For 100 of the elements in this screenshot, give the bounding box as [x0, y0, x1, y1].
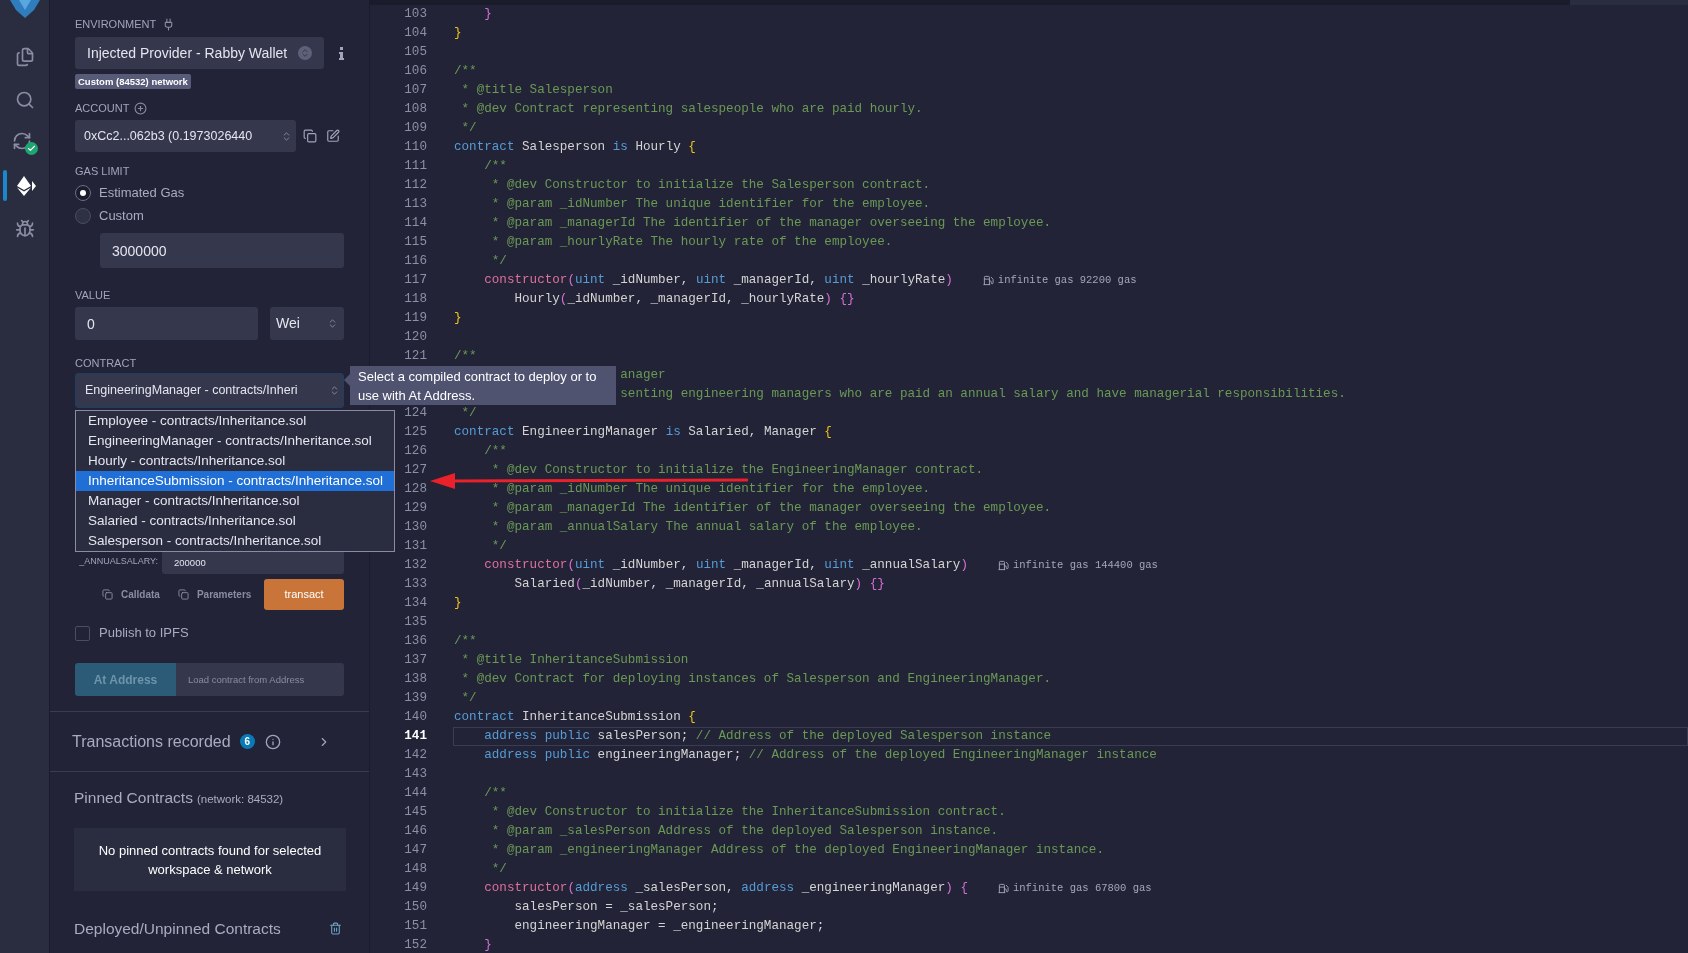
code-text: Salaried(_idNumber, _managerId, _annualSalary) {}: [514, 576, 885, 594]
line-number: 125: [403, 424, 428, 442]
section-label: ACCOUNT: [75, 101, 130, 115]
tooltip: Select a compiled contract to deploy or to use with At Address.: [350, 366, 616, 405]
line-number: 103: [403, 6, 428, 24]
network-note: (network: 84532): [196, 792, 284, 807]
line-number: 141: [403, 728, 428, 746]
line-number: 135: [403, 614, 428, 632]
line-number: 144: [403, 785, 428, 803]
up-down-icon: [329, 385, 340, 396]
count-badge: 6: [239, 734, 256, 749]
checkbox[interactable]: [75, 625, 90, 641]
line-number: 109: [403, 120, 428, 138]
files-icon[interactable]: [14, 46, 35, 67]
info-icon[interactable]: [339, 46, 344, 60]
gas-text: infinite gas 144400 gas: [1012, 557, 1158, 573]
code-text: address public engineeringManager; // Address of the deployed EngineeringManager instance: [484, 747, 1157, 765]
line-number: 106: [403, 63, 428, 81]
radio-button[interactable]: [75, 185, 91, 201]
dropdown-option[interactable]: Salaried - contracts/Inheritance.sol: [76, 511, 394, 531]
unit-select[interactable]: Wei: [270, 307, 344, 340]
code-text: * @param _salesPerson Address of the deployed Salesperson instance.: [491, 823, 999, 841]
dropdown-option[interactable]: Manager - contracts/Inheritance.sol: [76, 491, 394, 511]
network-badge: Custom (84532) network: [75, 74, 191, 89]
gas-limit-field[interactable]: 3000000: [100, 233, 344, 268]
active-indicator: [2, 170, 7, 201]
code-text: * @param _managerId The identifier of the manager overseeing the employee.: [491, 215, 1052, 233]
param-label: _ANNUALSALARY:: [78, 555, 159, 569]
code-text: * @dev Constructor to initialize the EngineeringManager contract.: [491, 462, 984, 480]
empty-message: No pinned contracts found for selected workspace & network: [74, 828, 346, 892]
section-label: VALUE: [75, 288, 112, 302]
line-number: 152: [403, 937, 428, 953]
line-number: 120: [403, 329, 428, 347]
line-number: 133: [403, 576, 428, 594]
parameters-button[interactable]: Parameters: [177, 587, 252, 602]
code-text: }: [454, 310, 462, 328]
section-title: Deployed/Unpinned Contracts: [74, 919, 281, 940]
copy-icon: [177, 589, 189, 600]
line-number: 117: [403, 272, 428, 290]
code-text: */: [491, 861, 507, 879]
param-field[interactable]: 200000: [162, 550, 344, 574]
calldata-button[interactable]: Calldata: [102, 587, 160, 602]
up-down-icon: [298, 46, 312, 60]
code-text: /**: [484, 443, 507, 461]
line-number: 107: [403, 82, 428, 100]
dropdown-option[interactable]: Employee - contracts/Inheritance.sol: [76, 411, 394, 431]
code-text: * @param _annualSalary The annual salary of the employee.: [491, 519, 923, 537]
line-number: 112: [403, 177, 428, 195]
line-number: 147: [403, 842, 428, 860]
fuel-pump-icon: [997, 883, 1009, 894]
trash-icon[interactable]: [329, 922, 342, 936]
radio-label: Estimated Gas: [99, 184, 185, 203]
code-text: * @title Salesperson: [461, 82, 613, 100]
code-text: salesPerson = _salesPerson;: [514, 899, 719, 917]
section-title: Transactions recorded: [72, 731, 231, 752]
code-text: /**: [484, 785, 507, 803]
dropdown-option[interactable]: Salesperson - contracts/Inheritance.sol: [76, 531, 394, 551]
info-icon[interactable]: [265, 733, 282, 750]
contract-select[interactable]: EngineeringManager - contracts/Inheri: [75, 373, 344, 408]
code-text: contract Salesperson is Hourly {: [454, 139, 696, 157]
code-text: anager: [620, 367, 666, 385]
line-number: 105: [403, 44, 428, 62]
line-number: 116: [403, 253, 428, 271]
radio-button[interactable]: [75, 208, 91, 224]
value-field[interactable]: 0: [75, 307, 258, 340]
code-text: engineeringManager = _engineeringManager;: [514, 918, 825, 936]
line-number: 115: [403, 234, 428, 252]
line-number: 137: [403, 652, 428, 670]
section-label: ENVIRONMENT: [75, 17, 157, 31]
line-number: 104: [403, 25, 428, 43]
section-label: CONTRACT: [75, 356, 138, 370]
edit-icon[interactable]: [326, 129, 340, 143]
line-number: 129: [403, 500, 428, 518]
line-number: 114: [403, 215, 428, 233]
account-select[interactable]: 0xCc2...062b3 (0.1973026440: [75, 120, 296, 152]
bug-icon[interactable]: [14, 218, 35, 239]
dropdown-option[interactable]: EngineeringManager - contracts/Inheritance.sol: [76, 431, 394, 451]
line-number: 121: [403, 348, 428, 366]
line-number: 136: [403, 633, 428, 651]
code-text: */: [491, 253, 507, 271]
code-text: }: [454, 25, 462, 43]
code-text: * @param _idNumber The unique identifier for the employee.: [491, 196, 931, 214]
line-number: 142: [403, 747, 428, 765]
address-field[interactable]: Load contract from Address: [176, 663, 344, 696]
line-number: 146: [403, 823, 428, 841]
checkbox-label: Publish to IPFS: [99, 624, 189, 643]
compiler-icon[interactable]: [11, 130, 38, 155]
add-icon[interactable]: [134, 101, 148, 115]
dropdown-option[interactable]: InheritanceSubmission - contracts/Inheritance.sol: [76, 471, 394, 491]
logo-icon[interactable]: [7, 0, 42, 18]
code-text: * @param _hourlyRate The hourly rate of the employee.: [491, 234, 893, 252]
code-text: }: [484, 937, 492, 953]
code-text: */: [461, 405, 477, 423]
code-text: /**: [454, 633, 477, 651]
copy-icon[interactable]: [303, 129, 317, 143]
tooltip-pointer: [344, 374, 350, 386]
search-icon[interactable]: [14, 89, 35, 110]
environment-select[interactable]: Injected Provider - Rabby Wallet: [75, 37, 324, 69]
line-number: 151: [403, 918, 428, 936]
dropdown-option[interactable]: Hourly - contracts/Inheritance.sol: [76, 451, 394, 471]
